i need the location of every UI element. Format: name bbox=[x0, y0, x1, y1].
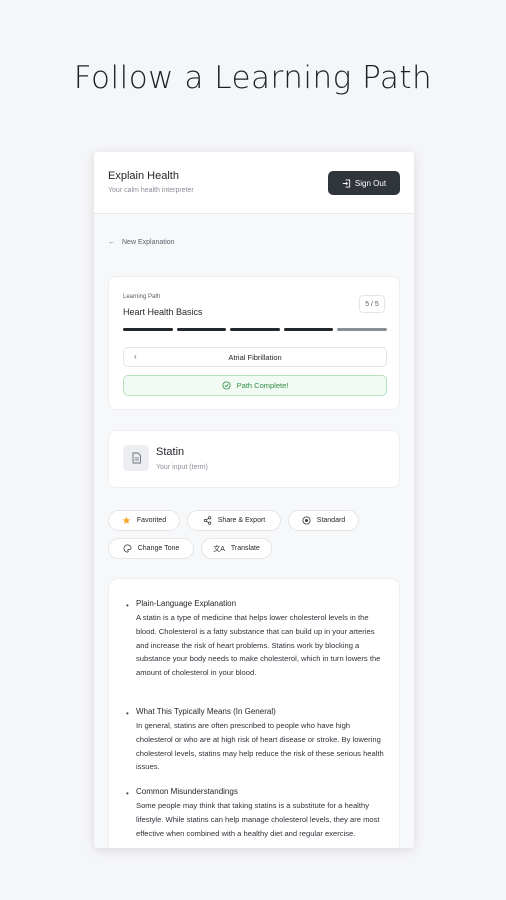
star-icon bbox=[122, 516, 131, 524]
progress-segment bbox=[176, 328, 227, 331]
section-heading: Common Misunderstandings bbox=[136, 787, 238, 796]
section-body: In general, statins are often prescribed… bbox=[136, 721, 384, 772]
learning-path-title: Heart Health Basics bbox=[123, 307, 203, 317]
share-export-label: Share & Export bbox=[217, 517, 266, 524]
explanation-card: • Plain-Language Explanation A statin is… bbox=[108, 578, 400, 848]
share-icon bbox=[203, 516, 212, 525]
phone-screen: Explain Health Your calm health interpre… bbox=[94, 152, 414, 848]
palette-icon bbox=[123, 544, 132, 553]
translate-button[interactable]: 文A Translate bbox=[201, 538, 272, 559]
translate-icon: 文A bbox=[213, 545, 225, 553]
progress-segment bbox=[283, 328, 334, 331]
section-body: A statin is a type of medicine that help… bbox=[136, 613, 381, 678]
check-circle-icon bbox=[222, 381, 231, 390]
bullet: • bbox=[126, 601, 129, 610]
app-title: Explain Health bbox=[108, 170, 179, 182]
favorite-label: Favorited bbox=[136, 517, 167, 524]
chevron-left-icon: ‹ bbox=[134, 352, 137, 361]
term-name: Statin bbox=[156, 446, 185, 458]
change-tone-button[interactable]: Change Tone bbox=[108, 538, 194, 559]
term-card: Statin Your input (term) bbox=[108, 430, 400, 488]
learning-path-card: Learning Path Heart Health Basics 5 / 5 … bbox=[108, 276, 400, 410]
bullet: • bbox=[126, 789, 129, 798]
sign-out-label: Sign Out bbox=[354, 178, 387, 188]
back-label: New Explanation bbox=[122, 239, 175, 246]
path-complete-label: Path Complete! bbox=[236, 381, 289, 390]
path-complete-badge: Path Complete! bbox=[123, 375, 387, 396]
reading-level-button[interactable]: Standard bbox=[288, 510, 359, 531]
back-link[interactable]: ← New Explanation bbox=[108, 239, 175, 246]
target-icon bbox=[302, 516, 311, 525]
explanation-section: • Plain-Language Explanation A statin is… bbox=[126, 599, 386, 680]
sign-out-button[interactable]: Sign Out bbox=[328, 171, 400, 195]
headline: Follow a Learning Path bbox=[73, 60, 433, 96]
section-heading: What This Typically Means (In General) bbox=[136, 707, 276, 716]
change-tone-label: Change Tone bbox=[137, 545, 180, 552]
path-progress-bar bbox=[123, 328, 387, 331]
document-icon bbox=[123, 445, 149, 471]
section-heading: Plain-Language Explanation bbox=[136, 599, 237, 608]
sign-out-icon bbox=[342, 178, 351, 188]
progress-segment bbox=[337, 328, 387, 331]
favorite-button[interactable]: Favorited bbox=[108, 510, 180, 531]
progress-segment bbox=[230, 328, 280, 331]
translate-label: Translate bbox=[230, 545, 260, 552]
app-header: Explain Health Your calm health interpre… bbox=[94, 152, 414, 214]
step-count-badge: 5 / 5 bbox=[359, 295, 385, 313]
app-subtitle: Your calm health interpreter bbox=[108, 187, 194, 194]
reading-level-label: Standard bbox=[316, 517, 346, 524]
arrow-left-icon: ← bbox=[108, 239, 115, 246]
section-body: Some people may think that taking statin… bbox=[136, 801, 380, 838]
bullet: • bbox=[126, 709, 129, 718]
previous-step-button[interactable]: ‹ Atrial Fibrillation bbox=[123, 347, 387, 367]
share-export-button[interactable]: Share & Export bbox=[187, 510, 281, 531]
explanation-section: • Common Misunderstandings Some people m… bbox=[126, 787, 386, 840]
term-subtitle: Your input (term) bbox=[156, 464, 208, 471]
explanation-section: • What This Typically Means (In General)… bbox=[126, 707, 386, 774]
learning-path-label: Learning Path bbox=[123, 294, 161, 300]
progress-segment bbox=[123, 328, 173, 331]
current-step-label: Atrial Fibrillation bbox=[228, 352, 282, 362]
